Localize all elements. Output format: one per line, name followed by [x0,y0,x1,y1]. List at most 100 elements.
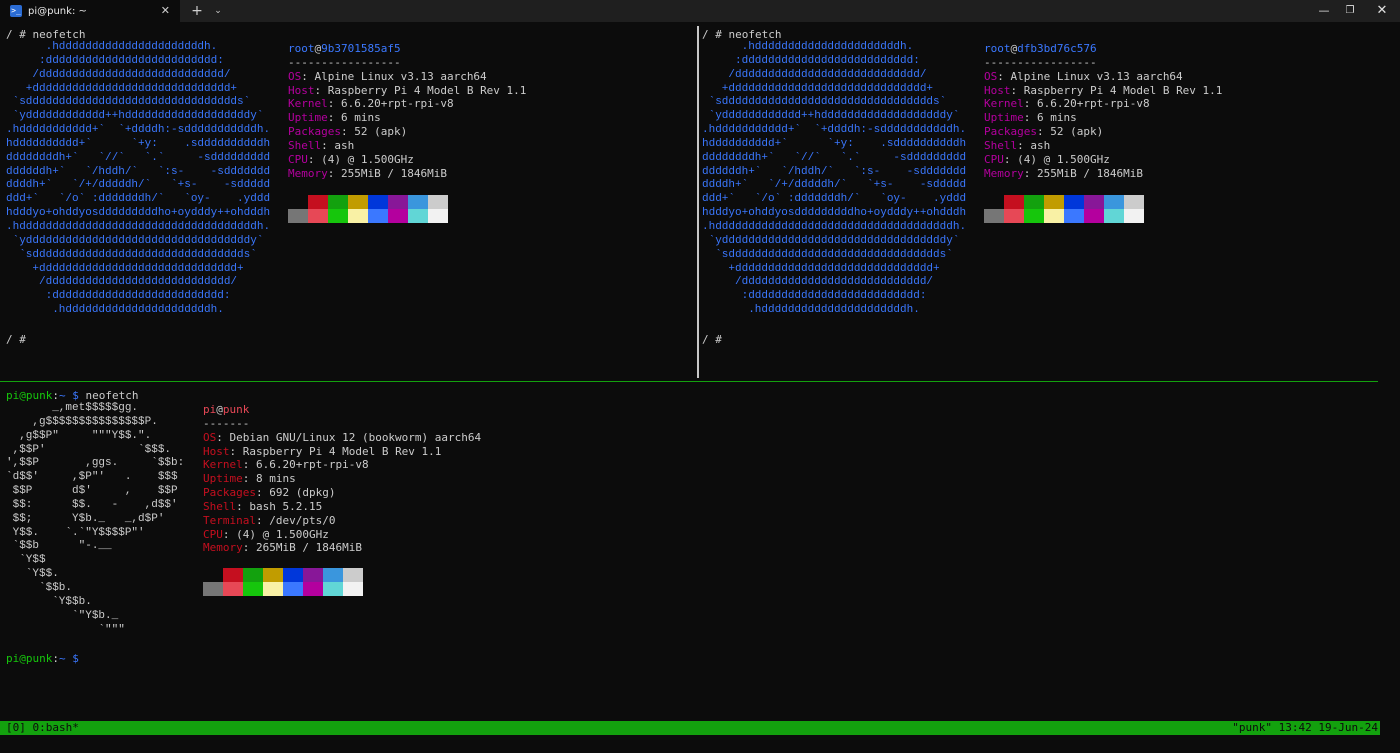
color-swatch [388,195,408,209]
color-swatch [408,195,428,209]
color-swatch [428,195,448,209]
prompt-path: ~ $ [58,652,79,665]
info-row: Packages: 52 (apk) [288,125,526,139]
color-swatch [1104,209,1124,223]
info-key: Kernel [984,97,1024,111]
pane-top-right[interactable]: / # neofetch .hddddddddddddddddddddddh. … [699,26,1400,378]
tab-title: pi@punk: ~ [28,5,87,17]
info-row: Terminal: /dev/pts/0 [203,514,481,528]
color-swatch [1004,195,1024,209]
info-key: Memory [984,166,1024,180]
pane-divider-horizontal[interactable] [0,381,1378,382]
title-bar: >_ pi@punk: ~ ✕ + ⌄ — ❐ ✕ [0,0,1400,22]
info-key: Packages [288,125,341,139]
info-value: : Raspberry Pi 4 Model B Rev 1.1 [314,83,527,97]
info-key: Uptime [288,111,328,125]
window-list[interactable]: [0] 0:bash* [6,721,79,735]
info-row: Kernel: 6.6.20+rpt-rpi-v8 [984,97,1222,111]
color-swatch [203,568,223,582]
close-button[interactable]: ✕ [1364,0,1400,22]
color-swatch [368,195,388,209]
info-host: punk [222,403,250,416]
info-key: OS [288,69,302,83]
info-key: Host [984,83,1011,97]
color-swatch [1044,209,1064,223]
info-row: OS: Debian GNU/Linux 12 (bookworm) aarch… [203,431,481,445]
color-swatch [308,195,328,209]
color-swatch [428,209,448,223]
info-row: Memory: 265MiB / 1846MiB [203,541,481,555]
color-swatch [1064,195,1084,209]
info-row: Host: Raspberry Pi 4 Model B Rev 1.1 [984,84,1222,98]
info-value: : Alpine Linux v3.13 aarch64 [301,69,487,83]
tab-terminal[interactable]: >_ pi@punk: ~ ✕ [0,0,180,22]
color-swatch [348,209,368,223]
info-row: Memory: 255MiB / 1846MiB [984,167,1222,181]
pane-top-left[interactable]: / # neofetch .hddddddddddddddddddddddh. … [0,26,697,378]
info-key: Kernel [288,97,328,111]
info-row: Memory: 255MiB / 1846MiB [288,167,526,181]
shell-prompt: / # [702,333,722,346]
maximize-button[interactable]: ❐ [1332,0,1368,22]
user-host: root@9b3701585af5 [288,42,526,56]
info-row: Uptime: 6 mins [288,111,526,125]
info-row: Packages: 52 (apk) [984,125,1222,139]
info-key: CPU [984,152,1004,166]
user-host: pi@punk [203,403,481,417]
color-swatch [1004,209,1024,223]
info-row: Shell: bash 5.2.15 [203,500,481,514]
prompt-path: ~ $ [58,389,86,402]
color-swatch [1064,209,1084,223]
pane-bottom[interactable]: pi@punk:~ $ neofetch _,met$$$$$gg. ,g$$$… [0,385,1400,719]
info-value: : 6.6.20+rpt-rpi-v8 [1023,97,1150,111]
info-key: Packages [984,125,1037,139]
color-swatch [1024,195,1044,209]
info-user: root [288,42,315,55]
info-row: CPU: (4) @ 1.500GHz [288,153,526,167]
prompt-user: pi@punk [6,389,53,402]
color-swatch [343,582,363,596]
color-swatch [323,582,343,596]
info-row: Packages: 692 (dpkg) [203,486,481,500]
info-value: : Raspberry Pi 4 Model B Rev 1.1 [1010,83,1223,97]
info-row: Host: Raspberry Pi 4 Model B Rev 1.1 [203,445,481,459]
system-info: root@9b3701585af5 ----------------- OS: … [288,42,526,180]
info-key: Host [288,83,315,97]
info-key: OS [984,69,998,83]
color-swatch [328,195,348,209]
color-palette [288,195,448,223]
color-swatch [288,209,308,223]
info-key: Shell [288,138,322,152]
info-key: CPU [288,152,308,166]
command-line: pi@punk:~ $ neofetch [6,389,138,403]
color-swatch [303,568,323,582]
color-swatch [343,568,363,582]
info-value: : ash [1017,138,1051,152]
info-value: : Raspberry Pi 4 Model B Rev 1.1 [229,444,442,458]
command-text: neofetch [728,28,782,41]
info-value: : Debian GNU/Linux 12 (bookworm) aarch64 [216,430,482,444]
info-user: root [984,42,1011,55]
info-key: Uptime [203,472,243,486]
info-value: : 255MiB / 1846MiB [327,166,447,180]
info-value: : ash [321,138,355,152]
color-swatch [984,195,1004,209]
command-line[interactable]: pi@punk:~ $ [6,652,79,666]
color-swatch [203,582,223,596]
color-swatch [283,568,303,582]
tab-close-icon[interactable]: ✕ [161,4,170,17]
terminal-icon: >_ [10,5,22,17]
color-swatch [263,582,283,596]
prompt-colon: : [52,389,59,402]
info-row: OS: Alpine Linux v3.13 aarch64 [984,70,1222,84]
info-key: Shell [203,499,237,513]
color-swatch [1044,195,1064,209]
info-value: : bash 5.2.15 [236,499,323,513]
color-swatch [303,582,323,596]
info-row: Shell: ash [984,139,1222,153]
color-swatch [223,582,243,596]
chevron-down-icon[interactable]: ⌄ [210,2,226,20]
new-tab-button[interactable]: + [188,2,206,20]
info-key: Host [203,444,230,458]
info-value: : (4) @ 1.500GHz [307,152,414,166]
